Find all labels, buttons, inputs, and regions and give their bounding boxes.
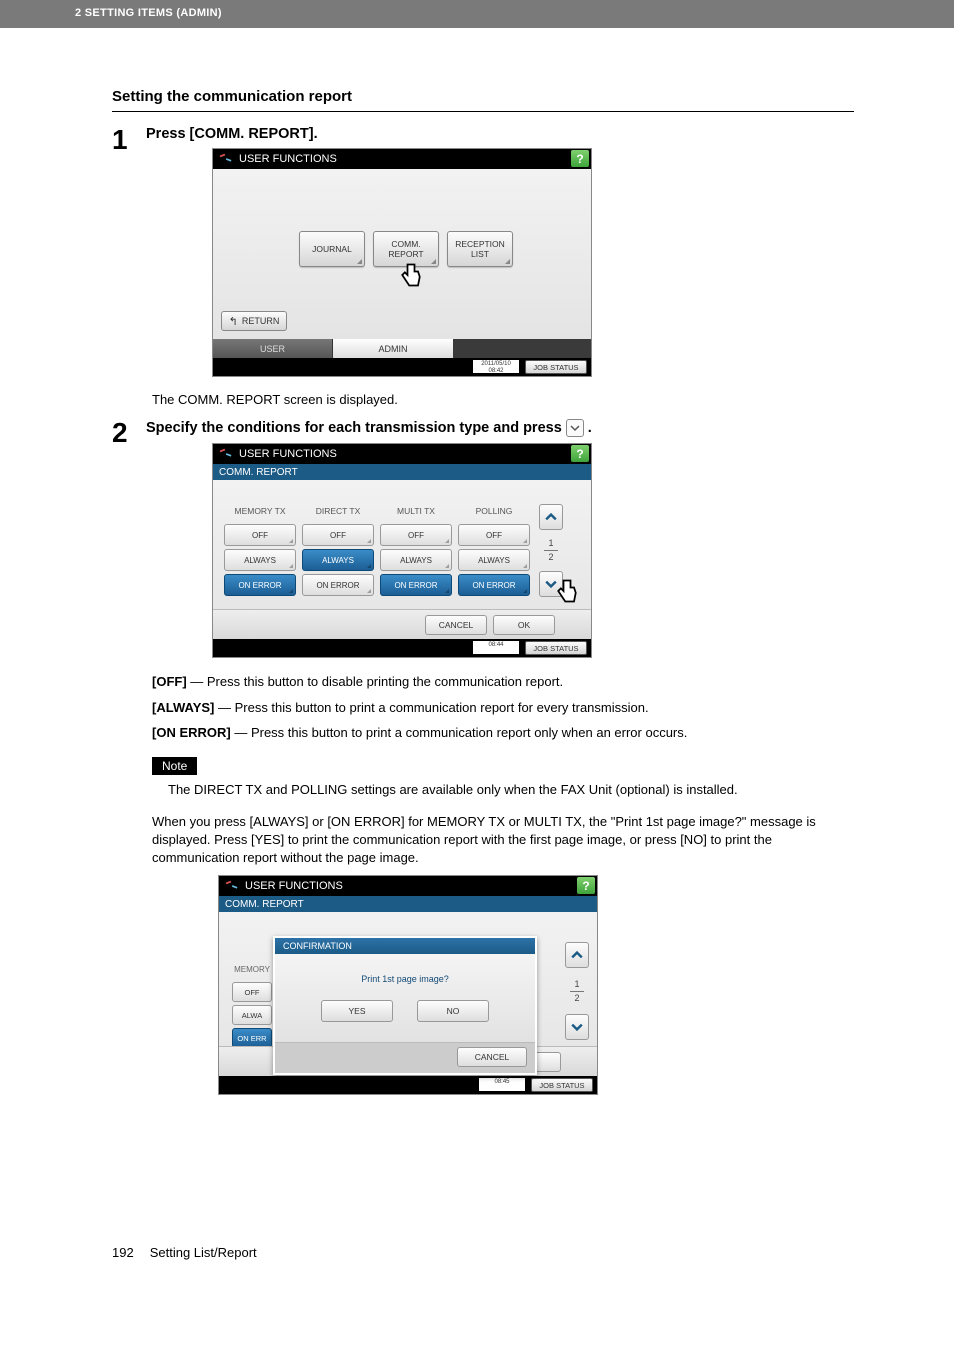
page-indicator: 12 bbox=[544, 538, 558, 563]
status-datetime: 08:44 bbox=[473, 641, 519, 654]
job-status-button[interactable]: JOB STATUS bbox=[525, 360, 587, 374]
help-button[interactable]: ? bbox=[577, 877, 595, 894]
scroll-up-button[interactable] bbox=[539, 504, 563, 530]
comm-report-button[interactable]: COMM. REPORT bbox=[373, 231, 439, 267]
tab-admin[interactable]: ADMIN bbox=[333, 339, 453, 358]
scroll-down-button[interactable] bbox=[539, 571, 563, 597]
legend-onerror: [ON ERROR] — Press this button to print … bbox=[152, 723, 854, 743]
step-number: 2 bbox=[112, 419, 146, 664]
dialog-title: CONFIRMATION bbox=[275, 938, 535, 954]
tab-user[interactable]: USER bbox=[213, 339, 333, 358]
breadcrumb: COMM. REPORT bbox=[213, 464, 591, 480]
column-title: POLLING bbox=[455, 502, 533, 520]
option-column: MULTI TX OFF ALWAYS ON ERROR bbox=[377, 502, 455, 599]
section-title: Setting the communication report bbox=[112, 88, 854, 112]
option-off[interactable]: OFF bbox=[458, 524, 530, 546]
panel-titlebar: USER FUNCTIONS ? bbox=[219, 876, 597, 896]
step-2: 2 Specify the conditions for each transm… bbox=[112, 419, 854, 664]
page-number: 192 bbox=[112, 1245, 134, 1260]
return-button[interactable]: RETURN bbox=[221, 311, 287, 331]
tools-icon bbox=[219, 152, 233, 166]
breadcrumb: COMM. REPORT bbox=[219, 896, 597, 912]
option-always[interactable]: ALWAYS bbox=[380, 549, 452, 571]
column-title: DIRECT TX bbox=[299, 502, 377, 520]
note-text: The DIRECT TX and POLLING settings are a… bbox=[168, 781, 854, 799]
ghost-column: MEMORY OFF ALWA ON ERR bbox=[229, 960, 275, 1051]
legend-off: [OFF] — Press this button to disable pri… bbox=[152, 672, 854, 692]
confirmation-dialog: CONFIRMATION Print 1st page image? YES N… bbox=[273, 936, 537, 1075]
step-heading: Press [COMM. REPORT]. bbox=[146, 126, 854, 142]
panel-title: USER FUNCTIONS bbox=[245, 880, 343, 892]
paragraph: When you press [ALWAYS] or [ON ERROR] fo… bbox=[152, 813, 854, 868]
option-column: MEMORY TX OFF ALWAYS ON ERROR bbox=[221, 502, 299, 599]
help-button[interactable]: ? bbox=[571, 445, 589, 462]
legend-always: [ALWAYS] — Press this button to print a … bbox=[152, 698, 854, 718]
scroll-up-button[interactable] bbox=[565, 942, 589, 968]
opt-onerror: ON ERR bbox=[232, 1028, 272, 1048]
option-off[interactable]: OFF bbox=[380, 524, 452, 546]
scroll-column: 12 bbox=[537, 502, 565, 599]
reception-list-button[interactable]: RECEPTION LIST bbox=[447, 231, 513, 267]
note-label: Note bbox=[152, 757, 197, 775]
option-always[interactable]: ALWAYS bbox=[224, 549, 296, 571]
page-indicator: 12 bbox=[570, 979, 584, 1004]
status-bar: 08:45 JOB STATUS bbox=[219, 1076, 597, 1094]
device-panel-1: USER FUNCTIONS ? JOURNAL COMM. REPORT RE… bbox=[212, 148, 592, 377]
option-off[interactable]: OFF bbox=[224, 524, 296, 546]
step-1: 1 Press [COMM. REPORT]. USER FUNCTIONS ?… bbox=[112, 126, 854, 383]
panel-titlebar: USER FUNCTIONS ? bbox=[213, 149, 591, 169]
panel-title: USER FUNCTIONS bbox=[239, 153, 337, 165]
footer-title: Setting List/Report bbox=[150, 1245, 257, 1260]
help-button[interactable]: ? bbox=[571, 150, 589, 167]
job-status-button[interactable]: JOB STATUS bbox=[531, 1078, 593, 1092]
option-on-error[interactable]: ON ERROR bbox=[380, 574, 452, 596]
cancel-button[interactable]: CANCEL bbox=[425, 615, 487, 635]
journal-button[interactable]: JOURNAL bbox=[299, 231, 365, 267]
column-title: MEMORY TX bbox=[221, 502, 299, 520]
ok-button[interactable]: OK bbox=[493, 615, 555, 635]
option-on-error[interactable]: ON ERROR bbox=[302, 574, 374, 596]
scroll-down-button[interactable] bbox=[565, 1014, 589, 1040]
job-status-button[interactable]: JOB STATUS bbox=[525, 641, 587, 655]
panel-titlebar: USER FUNCTIONS ? bbox=[213, 444, 591, 464]
option-on-error[interactable]: ON ERROR bbox=[224, 574, 296, 596]
option-always[interactable]: ALWAYS bbox=[302, 549, 374, 571]
option-column: POLLING OFF ALWAYS ON ERROR bbox=[455, 502, 533, 599]
down-key-icon bbox=[566, 419, 584, 437]
opt-always: ALWA bbox=[232, 1005, 272, 1025]
option-always[interactable]: ALWAYS bbox=[458, 549, 530, 571]
panel-title: USER FUNCTIONS bbox=[239, 448, 337, 460]
device-panel-3: USER FUNCTIONS ? COMM. REPORT MEMORY OFF… bbox=[218, 875, 598, 1095]
option-on-error[interactable]: ON ERROR bbox=[458, 574, 530, 596]
tools-icon bbox=[219, 447, 233, 461]
device-panel-2: USER FUNCTIONS ? COMM. REPORT MEMORY TXO… bbox=[212, 443, 592, 658]
status-bar: 2011/05/10 08:42 JOB STATUS bbox=[213, 358, 591, 376]
dialog-message: Print 1st page image? bbox=[285, 974, 525, 984]
tools-icon bbox=[225, 879, 239, 893]
step-number: 1 bbox=[112, 126, 146, 383]
chapter-header: 2 SETTING ITEMS (ADMIN) bbox=[0, 0, 954, 28]
option-off[interactable]: OFF bbox=[302, 524, 374, 546]
page-footer: 192 Setting List/Report bbox=[0, 1245, 954, 1290]
step-heading: Specify the conditions for each transmis… bbox=[146, 419, 854, 437]
status-datetime: 2011/05/10 08:42 bbox=[473, 360, 519, 373]
option-column: DIRECT TX OFF ALWAYS ON ERROR bbox=[299, 502, 377, 599]
tabs: USER ADMIN bbox=[213, 339, 591, 358]
status-bar: 08:44 JOB STATUS bbox=[213, 639, 591, 657]
no-button[interactable]: NO bbox=[417, 1000, 489, 1022]
dialog-cancel-button[interactable]: CANCEL bbox=[457, 1047, 527, 1067]
yes-button[interactable]: YES bbox=[321, 1000, 393, 1022]
status-datetime: 08:45 bbox=[479, 1078, 525, 1091]
step-1-desc: The COMM. REPORT screen is displayed. bbox=[152, 391, 854, 409]
column-title: MULTI TX bbox=[377, 502, 455, 520]
opt-off: OFF bbox=[232, 982, 272, 1002]
